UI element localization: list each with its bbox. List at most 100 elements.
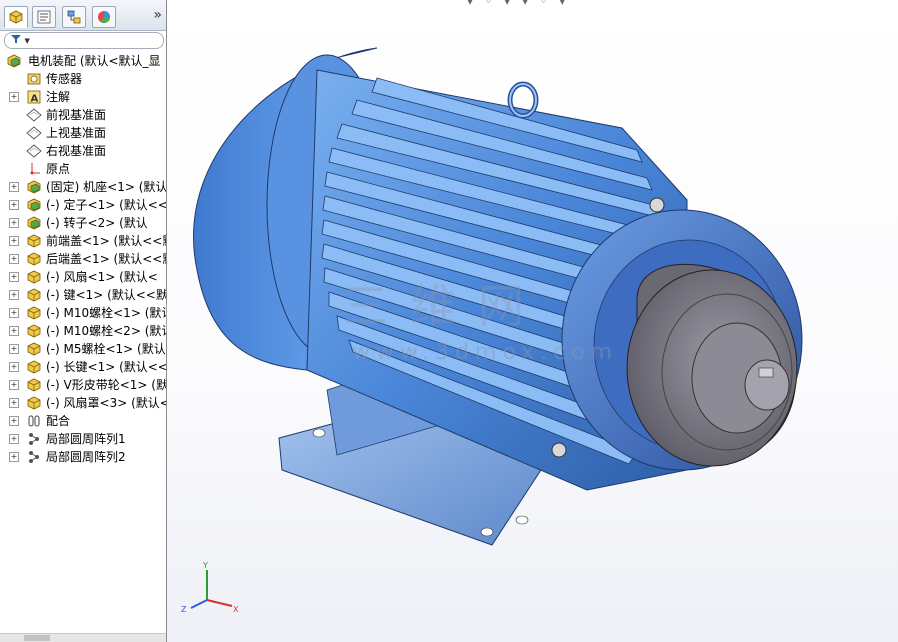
origin-icon <box>30 163 40 175</box>
expand-toggle[interactable]: + <box>9 326 19 336</box>
tree-item-label: 上视基准面 <box>46 126 107 140</box>
expand-toggle[interactable]: + <box>9 452 19 462</box>
expand-toggle[interactable]: + <box>9 416 19 426</box>
tree-item[interactable]: + (-) M10螺栓<2> (默认 <box>0 322 166 340</box>
expand-toggle[interactable]: + <box>9 272 19 282</box>
assembly-icon <box>27 180 41 194</box>
part-icon <box>27 306 41 320</box>
tree-item[interactable]: 传感器 <box>0 70 166 88</box>
tree-item-label: 局部圆周阵列1 <box>46 432 126 446</box>
sensor-icon <box>27 73 41 85</box>
tree-item-label: 原点 <box>46 162 71 176</box>
tree-item[interactable]: + (-) M10螺栓<1> (默认 <box>0 304 166 322</box>
tree-item-label: 前端盖<1> (默认<<默认 <box>46 234 166 248</box>
tree-item-label: (-) V形皮带轮<1> (默认 <box>46 378 167 392</box>
expand-toggle[interactable]: + <box>9 182 19 192</box>
tree-item[interactable]: + (-) 风扇罩<3> (默认< <box>0 394 166 412</box>
panel-scrollbar[interactable] <box>0 633 166 642</box>
tree-item[interactable]: + 配合 <box>0 412 166 430</box>
expand-toggle[interactable]: + <box>9 254 19 264</box>
tree-item[interactable]: + (-) V形皮带轮<1> (默认 <box>0 376 166 394</box>
tree-item[interactable]: + (-) 键<1> (默认<<默认 <box>0 286 166 304</box>
tree-item[interactable]: + 局部圆周阵列2 <box>0 448 166 466</box>
display-manager-icon <box>98 11 111 24</box>
tree-item[interactable]: + 前端盖<1> (默认<<默认 <box>0 232 166 250</box>
tree-item-label: (-) 风扇罩<3> (默认< <box>46 396 167 410</box>
svg-text:A: A <box>31 94 39 105</box>
expand-toggle[interactable]: + <box>9 236 19 246</box>
expand-panel-button[interactable]: » <box>153 7 162 23</box>
tree-item[interactable]: 上视基准面 <box>0 124 166 142</box>
plane-icon <box>26 108 42 122</box>
part-icon <box>27 396 41 410</box>
expand-toggle[interactable]: + <box>9 92 19 102</box>
panel-tabs: » <box>0 0 166 31</box>
part-icon <box>27 252 41 266</box>
tree-item[interactable]: 原点 <box>0 160 166 178</box>
property-manager-icon <box>37 10 51 24</box>
plane-icon <box>26 144 42 158</box>
expand-toggle[interactable]: + <box>9 434 19 444</box>
annotation-icon: A <box>27 90 41 105</box>
part-icon <box>27 324 41 338</box>
tree-item[interactable]: + (-) 风扇<1> (默认< <box>0 268 166 286</box>
tree-item-label: 注解 <box>46 90 71 104</box>
filter-input[interactable]: ▼ <box>4 32 164 49</box>
part-icon <box>27 234 41 248</box>
expand-toggle[interactable]: + <box>9 380 19 390</box>
expand-toggle[interactable]: + <box>9 218 19 228</box>
tree-item[interactable]: + 局部圆周阵列1 <box>0 430 166 448</box>
feature-manager-panel: » ▼ 电机装配 (默认<默认_显 传感器 + A 注解前视基准面上视基准面右视基准面… <box>0 0 167 642</box>
axis-triad: Y X Z <box>181 561 239 614</box>
tree-item[interactable]: + (-) 转子<2> (默认 <box>0 214 166 232</box>
part-icon <box>27 360 41 374</box>
tree-root[interactable]: 电机装配 (默认<默认_显 <box>0 52 166 70</box>
watermark-text: 三维网 <box>342 279 546 333</box>
expand-toggle[interactable]: + <box>9 308 19 318</box>
tree-item-label: (固定) 机座<1> (默认 <box>46 180 167 194</box>
axis-y-label: Y <box>202 561 208 570</box>
tree-item-label: 局部圆周阵列2 <box>46 450 126 464</box>
tree-item-label: 传感器 <box>46 72 83 86</box>
tree-item[interactable]: + 后端盖<1> (默认<<默认 <box>0 250 166 268</box>
configuration-manager-icon <box>67 10 81 24</box>
tree-item-label: 前视基准面 <box>46 108 107 122</box>
feature-manager-icon <box>9 10 23 24</box>
tree-item[interactable]: + (-) M5螺栓<1> (默认< <box>0 340 166 358</box>
tree-item-label: 右视基准面 <box>46 144 107 158</box>
tree-item[interactable]: 前视基准面 <box>0 106 166 124</box>
expand-toggle[interactable]: + <box>9 344 19 354</box>
scrollbar-thumb[interactable] <box>24 635 50 641</box>
tree-item-label: (-) 定子<1> (默认<< <box>46 198 167 212</box>
expand-toggle[interactable]: + <box>9 398 19 408</box>
property-manager-tab[interactable] <box>32 6 56 28</box>
pattern-icon <box>29 451 39 463</box>
part-icon <box>27 378 41 392</box>
tree-item[interactable]: 右视基准面 <box>0 142 166 160</box>
tree-item[interactable]: + A 注解 <box>0 88 166 106</box>
watermark-url: www.3dmox.com <box>352 340 619 365</box>
assembly-icon <box>27 216 41 230</box>
expand-toggle[interactable]: + <box>9 200 19 210</box>
assembly-icon <box>27 198 41 212</box>
axis-z-label: Z <box>181 605 187 614</box>
tree-item[interactable]: + (-) 定子<1> (默认<< <box>0 196 166 214</box>
tree-item-label: (-) M10螺栓<1> (默认 <box>46 306 167 320</box>
plane-icon <box>26 126 42 140</box>
feature-manager-tab[interactable] <box>4 6 28 28</box>
part-icon <box>27 270 41 284</box>
display-manager-tab[interactable] <box>92 6 116 28</box>
configuration-manager-tab[interactable] <box>62 6 86 28</box>
tree-root-label: 电机装配 (默认<默认_显 <box>28 54 161 68</box>
tree-item[interactable]: + (固定) 机座<1> (默认 <box>0 178 166 196</box>
assembly-icon <box>7 54 21 68</box>
tree-item-label: (-) M5螺栓<1> (默认< <box>46 342 167 356</box>
tree-item[interactable]: + (-) 长键<1> (默认<< <box>0 358 166 376</box>
graphics-area[interactable]: ▾ ◦ ▾ ▾ ◦ ▾ 三维网 www.3dmox.com Y X Z <box>167 0 898 642</box>
expand-toggle[interactable]: + <box>9 362 19 372</box>
part-icon <box>27 288 41 302</box>
tree-item-label: (-) 键<1> (默认<<默认 <box>46 288 167 302</box>
pattern-icon <box>29 433 39 445</box>
expand-toggle[interactable]: + <box>9 290 19 300</box>
tree-item-label: (-) 长键<1> (默认<< <box>46 360 167 374</box>
